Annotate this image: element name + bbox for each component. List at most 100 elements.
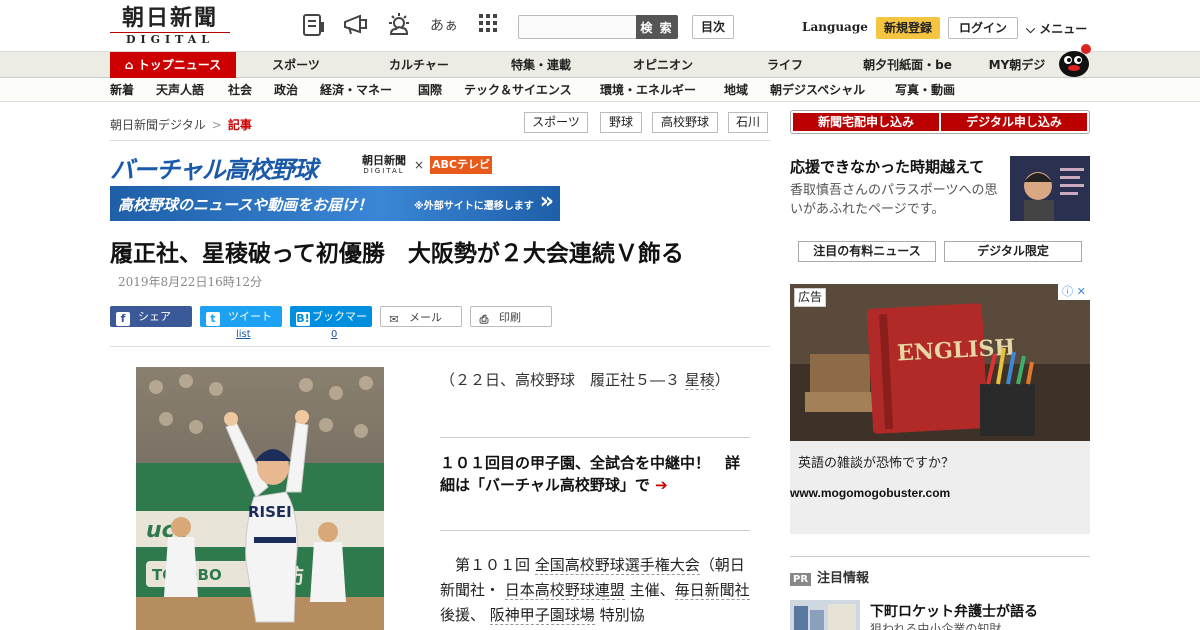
nav-top-news-label: トップニュース (137, 58, 222, 72)
ad-url[interactable]: www.mogomogobuster.com (790, 486, 950, 500)
caption-text: （２２日、高校野球 履正社５―３ (440, 371, 685, 389)
tag-highschool-baseball[interactable]: 高校野球 (652, 112, 718, 133)
feature-thumbnail[interactable] (1010, 156, 1090, 221)
pr-badge: PR (790, 573, 812, 586)
nav-sports[interactable]: スポーツ (256, 52, 336, 78)
banner-note: ※外部サイトに遷移します (414, 201, 534, 212)
pr-item-head[interactable]: 下町ロケット弁護士が語る (870, 601, 1038, 621)
body-link-koshien[interactable]: 阪神甲子園球場 (489, 606, 595, 625)
register-button[interactable]: 新規登録 (876, 17, 940, 39)
body-text-5: 特別協 (594, 606, 645, 624)
nav-features[interactable]: 特集・連載 (496, 52, 586, 78)
print-icon: ⎙ (479, 313, 489, 326)
mascot-icon[interactable] (1054, 42, 1092, 78)
photo-caption: （２２日、高校野球 履正社５―３ 星稜） (440, 368, 750, 393)
tag-ishikawa[interactable]: 石川 (728, 112, 768, 133)
arrow-right-icon: ➔ (655, 476, 668, 494)
nav-my-asahi[interactable]: MY朝デジ (982, 52, 1052, 78)
home-icon: ⌂ (124, 58, 134, 72)
facebook-share-button[interactable]: f シェア (110, 306, 192, 327)
virtual-koshien-banner[interactable]: 高校野球のニュースや動画をお届け！ ※外部サイトに遷移します » (110, 186, 560, 221)
double-chevron-right-icon: » (539, 189, 554, 214)
hatena-count[interactable]: 0 (331, 329, 337, 340)
search-button[interactable]: 検 索 (636, 15, 678, 39)
weather-icon[interactable] (385, 12, 413, 40)
subnav-international[interactable]: 国際 (418, 79, 442, 102)
nav-culture[interactable]: カルチャー (374, 52, 464, 78)
nav-opinion[interactable]: オピニオン (618, 52, 708, 78)
caption-close: ） (714, 371, 730, 389)
nav-paper[interactable]: 朝夕刊紙面・be (850, 52, 965, 78)
subnav-economy[interactable]: 経済・マネー (320, 79, 392, 102)
ad-info-close-icon[interactable]: ⓘ ✕ (1058, 284, 1090, 300)
virtual-koshien-logo[interactable]: バーチャル高校野球 (110, 150, 318, 185)
feature-description[interactable]: 香取慎吾さんのパラスポーツへの思いがあふれたページです。 (790, 181, 1005, 219)
article-photo[interactable]: ucc TOYOBO 詳紡 RISEI (136, 367, 384, 630)
hatena-bookmark-button[interactable]: B! ブックマーク (290, 306, 372, 344)
toc-button[interactable]: 目次 (692, 15, 734, 39)
print-button[interactable]: ⎙ 印刷 (470, 306, 552, 327)
subnav-society[interactable]: 社会 (228, 79, 252, 102)
subnav-environment[interactable]: 環境・エネルギー (600, 79, 696, 102)
logo-mark: 朝日新聞 (121, 5, 218, 31)
feature-title[interactable]: 応援できなかった時期越えて (790, 156, 984, 177)
subnav-tech[interactable]: テック＆サイエンス (464, 79, 572, 102)
apps-grid-icon[interactable] (474, 12, 502, 40)
breadcrumb-separator: > (211, 118, 222, 132)
asahi-digital-logo: 朝日新聞 DIGITAL (362, 155, 406, 176)
breadcrumb-current: 記事 (227, 118, 252, 132)
twitter-count[interactable]: list (236, 329, 251, 340)
ad-image[interactable]: ENGLISH 広告 ⓘ ✕ (790, 284, 1090, 441)
nav-life[interactable]: ライフ (750, 52, 820, 78)
megaphone-icon[interactable] (342, 12, 370, 40)
ad-label: 広告 (794, 288, 827, 307)
caption-link-seiryo[interactable]: 星稜 (684, 371, 715, 390)
subscribe-digital-button[interactable]: デジタル申し込み (941, 113, 1087, 131)
site-header: 朝日新聞 DIGITAL あぁ 検 索 目次 Language 新規登録 ログイ… (0, 0, 1200, 52)
facebook-share-label: シェア (138, 310, 171, 323)
menu-button[interactable]: ⌵ メニュー (1026, 20, 1087, 37)
banner-main-text: 高校野球のニュースや動画をお届け！ (118, 196, 373, 214)
divider (110, 346, 770, 347)
mail-icon: ✉ (389, 313, 399, 326)
nav-top-news[interactable]: ⌂ トップニュース (110, 52, 236, 78)
sub-nav: 新着 天声人語 社会 政治 経済・マネー 国際 テック＆サイエンス 環境・エネル… (0, 79, 1200, 102)
asahi-logo-line2: DIGITAL (363, 167, 405, 175)
article-headline: 履正社、星稜破って初優勝 大阪勢が２大会連続Ｖ飾る (110, 241, 684, 267)
twitter-icon: t (206, 312, 220, 326)
font-size-icon[interactable]: あぁ (430, 12, 458, 40)
pr-item-sub[interactable]: 狙われる中小企業の知財 (870, 620, 1001, 630)
mail-share-button[interactable]: ✉ メール (380, 306, 462, 327)
subnav-politics[interactable]: 政治 (274, 79, 298, 102)
subscribe-paper-button[interactable]: 新聞宅配申し込み (793, 113, 939, 131)
divider (440, 437, 750, 438)
hatena-icon: B! (296, 312, 310, 326)
advertisement[interactable]: ENGLISH 広告 ⓘ ✕ 英語の雑談が恐怖ですか？ www.mogomogo… (790, 284, 1090, 534)
divider (440, 530, 750, 531)
subnav-region[interactable]: 地域 (724, 79, 748, 102)
subnav-tenseijingo[interactable]: 天声人語 (156, 79, 204, 102)
subnav-special[interactable]: 朝デジスペシャル (770, 79, 865, 102)
tab-paid-news[interactable]: 注目の有料ニュース (798, 241, 936, 262)
pr-thumbnail[interactable] (790, 600, 860, 630)
subnav-photo[interactable]: 写真・動画 (895, 79, 955, 102)
search-input[interactable] (518, 15, 638, 39)
promo-link[interactable]: １０１回目の甲子園、全試合を中継中！ 詳細は「バーチャル高校野球」で ➔ (440, 452, 740, 496)
tag-sports[interactable]: スポーツ (524, 112, 588, 133)
breadcrumb-home[interactable]: 朝日新聞デジタル (110, 118, 206, 132)
news-list-icon[interactable] (300, 12, 328, 40)
login-button[interactable]: ログイン (948, 17, 1018, 39)
language-link[interactable]: Language (802, 20, 868, 34)
body-link-jhbf[interactable]: 日本高校野球連盟 (504, 581, 625, 600)
site-logo[interactable]: 朝日新聞 DIGITAL (110, 6, 230, 48)
subnav-latest[interactable]: 新着 (110, 79, 134, 102)
tag-baseball[interactable]: 野球 (600, 112, 642, 133)
ad-question[interactable]: 英語の雑談が恐怖ですか？ (798, 452, 954, 471)
promo-text: １０１回目の甲子園、全試合を中継中！ 詳細は「バーチャル高校野球」で (440, 454, 741, 494)
tab-digital-only[interactable]: デジタル限定 (944, 241, 1082, 262)
twitter-share-button[interactable]: t ツイート (200, 306, 282, 327)
print-label: 印刷 (499, 311, 521, 324)
abc-tv-logo: ABCテレビ (430, 156, 492, 174)
body-link-mainichi[interactable]: 毎日新聞社 (674, 581, 750, 600)
body-link-tournament[interactable]: 全国高校野球選手権大会 (534, 556, 700, 575)
